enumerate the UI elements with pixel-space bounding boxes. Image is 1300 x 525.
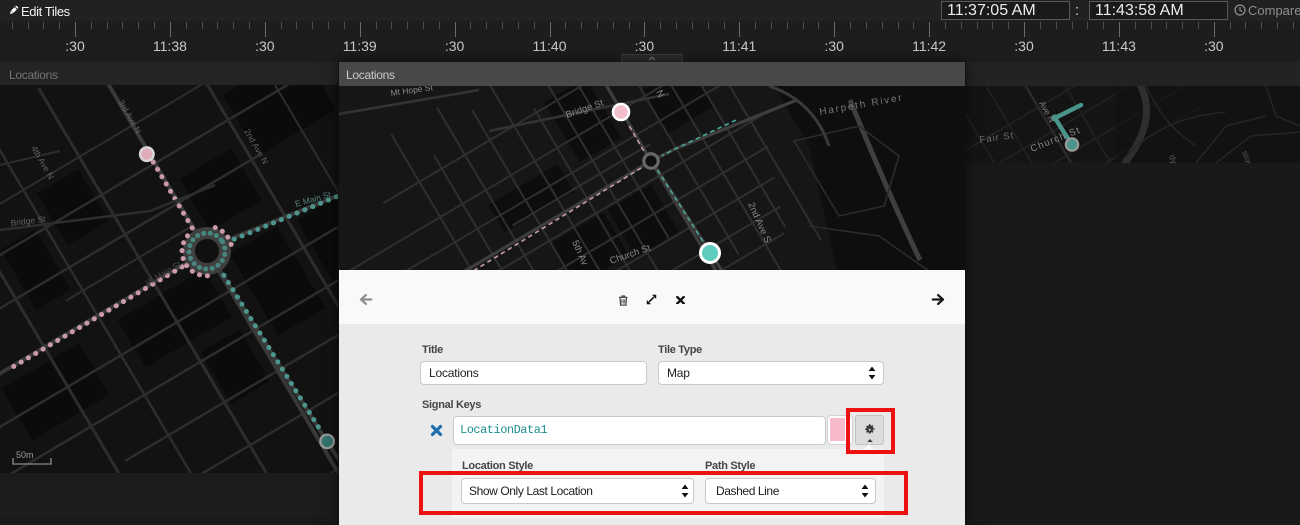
svg-text:2nd Ave S: 2nd Ave S <box>745 201 773 245</box>
svg-text:Mt Hope St: Mt Hope St <box>390 86 434 98</box>
svg-text:50m: 50m <box>16 450 34 460</box>
svg-text:4th Ave N: 4th Ave N <box>29 144 56 181</box>
svg-text:3rd Ave N: 3rd Ave N <box>116 98 143 135</box>
svg-text:Fair St: Fair St <box>979 130 1015 146</box>
